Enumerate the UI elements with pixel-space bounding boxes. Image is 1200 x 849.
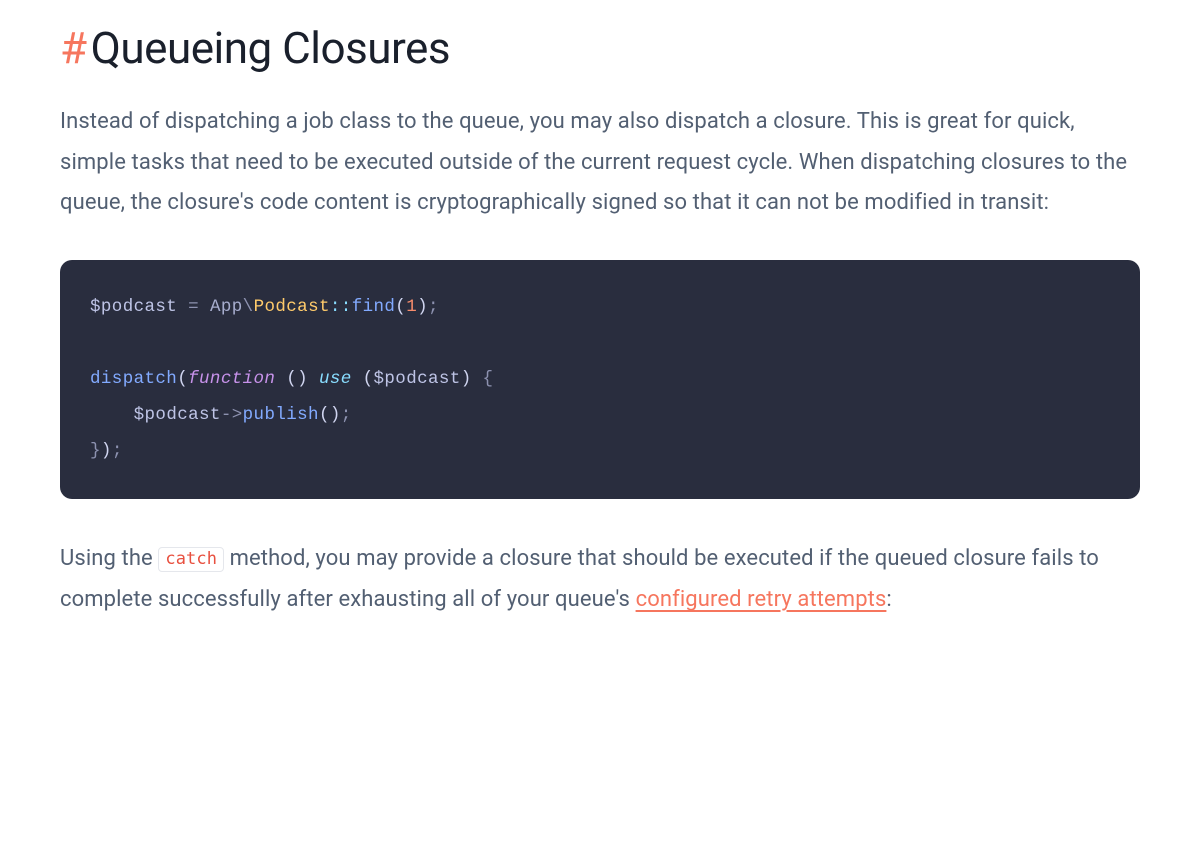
code-token: (	[363, 369, 374, 389]
code-token: find	[352, 297, 396, 317]
code-token: (	[319, 405, 330, 425]
code-token: use	[319, 369, 352, 389]
code-token: ;	[428, 297, 439, 317]
code-token	[90, 405, 134, 425]
code-pre: $podcast = App\Podcast::find(1); dispatc…	[90, 290, 1110, 469]
code-token: ;	[341, 405, 352, 425]
code-token: ::	[330, 297, 352, 317]
code-token: ->	[221, 405, 243, 425]
code-token: (	[286, 369, 297, 389]
code-token: )	[417, 297, 428, 317]
code-block: $podcast = App\Podcast::find(1); dispatc…	[60, 260, 1140, 499]
code-token	[472, 369, 483, 389]
code-token: (	[395, 297, 406, 317]
paragraph-text: Using the	[60, 546, 158, 571]
code-token: Podcast	[254, 297, 330, 317]
inline-code-catch: catch	[158, 547, 224, 572]
code-token	[308, 369, 319, 389]
heading-title: Queueing Closures	[91, 22, 451, 74]
code-token: ;	[112, 441, 123, 461]
code-token: dispatch	[90, 369, 177, 389]
doc-page: #Queueing Closures Instead of dispatchin…	[0, 0, 1200, 697]
code-token: =	[177, 297, 210, 317]
paragraph-text: :	[886, 587, 891, 612]
code-token: $podcast	[134, 405, 221, 425]
follow-paragraph: Using the catch method, you may provide …	[60, 539, 1140, 620]
code-token	[352, 369, 363, 389]
code-token: )	[101, 441, 112, 461]
code-token: $podcast	[90, 297, 177, 317]
section-heading: #Queueing Closures	[60, 22, 1140, 74]
code-token: {	[483, 369, 494, 389]
code-token: App	[210, 297, 243, 317]
code-token: )	[297, 369, 308, 389]
code-token: \	[243, 297, 254, 317]
retry-attempts-link[interactable]: configured retry attempts	[636, 587, 887, 612]
code-token: )	[330, 405, 341, 425]
code-token: }	[90, 441, 101, 461]
code-token	[275, 369, 286, 389]
code-token: publish	[243, 405, 319, 425]
code-token: 1	[406, 297, 417, 317]
code-token: )	[461, 369, 472, 389]
heading-anchor[interactable]: #	[60, 22, 87, 74]
code-token: $podcast	[374, 369, 461, 389]
intro-paragraph: Instead of dispatching a job class to th…	[60, 102, 1140, 224]
code-token: (	[177, 369, 188, 389]
code-token: function	[188, 369, 275, 389]
